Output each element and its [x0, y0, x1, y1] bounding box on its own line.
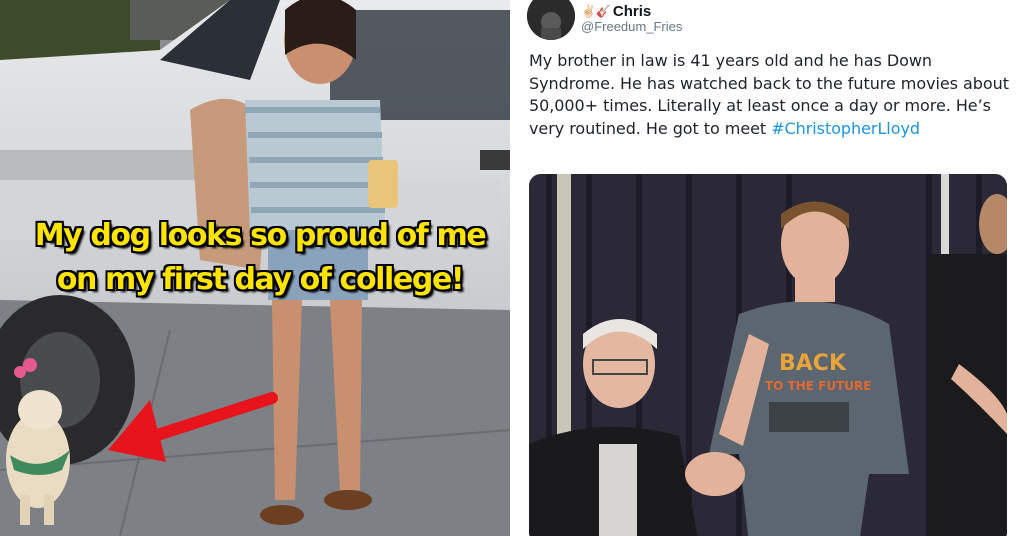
- meme-photo-left: My dog looks so proud of me on my first …: [0, 0, 510, 536]
- name-emoji: ✌🏻🎸: [581, 4, 611, 18]
- caption-line-1: My dog looks so proud of me: [34, 218, 487, 253]
- hashtag-link[interactable]: #ChristopherLloyd: [771, 119, 920, 138]
- caption-line-2: on my first day of college!: [56, 262, 465, 297]
- author-display-name[interactable]: Chris: [613, 3, 651, 20]
- tweet-screenshot: ✌🏻🎸 Chris @Freedum_Fries My brother in l…: [515, 0, 1024, 536]
- tweet-author-row: ✌🏻🎸 Chris: [581, 2, 651, 20]
- shirt-logo-line1: BACK: [779, 351, 847, 376]
- tweet-photo[interactable]: BACK TO THE FUTURE: [529, 174, 1007, 536]
- user-avatar[interactable]: [527, 0, 575, 40]
- shirt-logo-line2: TO THE FUTURE: [765, 379, 871, 393]
- avatar-image: [527, 0, 575, 40]
- author-handle[interactable]: @Freedum_Fries: [581, 19, 682, 34]
- meme-caption: My dog looks so proud of me on my first …: [0, 214, 510, 302]
- christopher-lloyd-photo: BACK TO THE FUTURE: [529, 174, 1007, 536]
- tweet-body: My brother in law is 41 years old and he…: [529, 51, 1009, 138]
- tweet-text: My brother in law is 41 years old and he…: [529, 50, 1017, 140]
